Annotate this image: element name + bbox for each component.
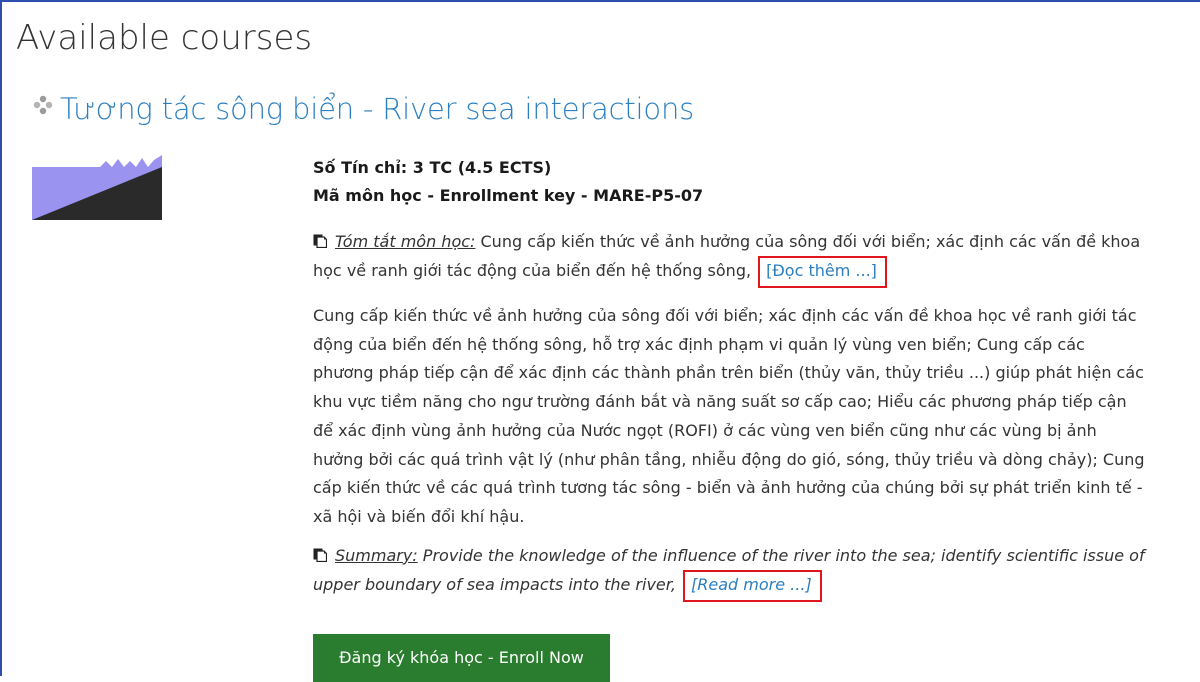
description-line: phương pháp tiếp cận để xác định các thà… xyxy=(313,363,1144,383)
description-line: cấp kiến thức về các quá trình tương tác… xyxy=(313,478,1143,498)
document-icon xyxy=(313,548,327,562)
description-line: Cung cấp kiến thức về ảnh hưởng của sông… xyxy=(313,306,1137,325)
en-summary: Summary: Provide the knowledge of the in… xyxy=(313,542,1200,602)
enroll-now-button[interactable]: Đăng ký khóa học - Enroll Now xyxy=(313,634,610,682)
description-line: khu vực tiềm năng cho ngư trường đánh bắ… xyxy=(313,392,1127,412)
vi-read-more-link[interactable]: [Đọc thêm ...] xyxy=(758,256,887,288)
vi-summary-line2: học về ranh giới tác động của biển đến h… xyxy=(313,261,752,280)
en-summary-line1: Provide the knowledge of the influence o… xyxy=(417,545,1145,565)
vi-summary-line1: Cung cấp kiến thức về ảnh hưởng của sông… xyxy=(475,232,1141,251)
document-icon xyxy=(313,234,327,248)
course-title-link[interactable]: Tương tác sông biển - River sea interact… xyxy=(60,92,694,126)
page-title: Available courses xyxy=(16,18,313,58)
description-line: động của biển đến hệ thống sông, hỗ trợ … xyxy=(313,334,1085,354)
course-credits: Số Tín chỉ: 3 TC (4.5 ECTS) xyxy=(313,158,552,177)
enrollment-key: Mã môn học - Enrollment key - MARE-P5-07 xyxy=(313,186,704,205)
en-summary-label: Summary: xyxy=(335,545,418,565)
course-title-row: Tương tác sông biển - River sea interact… xyxy=(32,92,694,126)
course-thumbnail[interactable] xyxy=(32,155,162,220)
vi-summary: Tóm tắt môn học: Cung cấp kiến thức về ả… xyxy=(313,228,1200,288)
full-description: Cung cấp kiến thức về ảnh hưởng của sông… xyxy=(313,302,1200,532)
description-line: để xác định vùng ảnh hưởng của Nước ngọt… xyxy=(313,420,1097,440)
description-line: xã hội và biến đổi khí hậu. xyxy=(313,506,525,526)
course-summary: Số Tín chỉ: 3 TC (4.5 ECTS) Mã môn học -… xyxy=(313,154,1200,602)
vi-summary-label: Tóm tắt môn học: xyxy=(335,232,476,251)
en-read-more-link[interactable]: [Read more ...] xyxy=(683,569,822,602)
en-summary-line2: upper boundary of sea impacts into the r… xyxy=(313,574,676,594)
description-line: hưởng bởi các quá trình vật lý (như phân… xyxy=(313,449,1145,469)
course-category-icon xyxy=(33,95,53,115)
